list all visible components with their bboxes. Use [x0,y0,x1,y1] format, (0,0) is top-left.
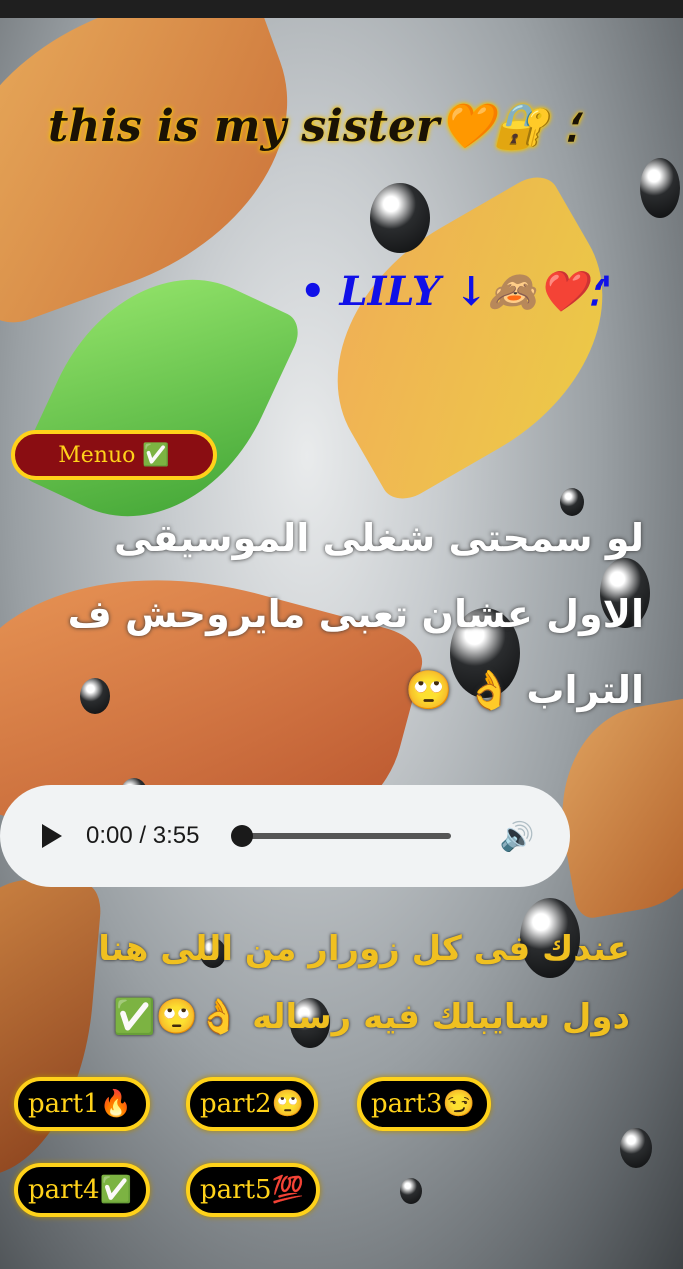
play-icon[interactable] [42,824,62,848]
part3-button[interactable]: part3😏 [357,1077,491,1131]
menu-button[interactable]: Menuo ✅ [11,430,217,480]
status-bar [0,0,683,18]
audio-player: 0:00 / 3:55 🔊 [0,785,570,887]
current-time: 0:00 [86,822,133,849]
part5-button[interactable]: part5💯 [186,1163,320,1217]
buttons-hint-text: عندك فى كل زورار من اللى هنا دول سايبلك … [98,929,630,1037]
part4-button[interactable]: part4✅ [14,1163,150,1217]
page-title: this is my sister🧡🔐 ؛ [48,101,579,152]
seek-thumb[interactable] [231,825,254,847]
seek-slider[interactable] [231,825,452,847]
time-separator: / [132,822,153,849]
part2-button[interactable]: part2🙄 [186,1077,318,1131]
name-heading: • LILY ↓🙈❤️؛' [300,268,613,315]
audio-time: 0:00 / 3:55 [86,822,199,850]
duration: 3:55 [152,822,200,849]
instruction-text: لو سمحتى شغلى الموسيقى الاول عشان تعبى م… [67,516,644,712]
volume-icon[interactable]: 🔊 [499,820,534,853]
part1-button[interactable]: part1🔥 [14,1077,150,1131]
